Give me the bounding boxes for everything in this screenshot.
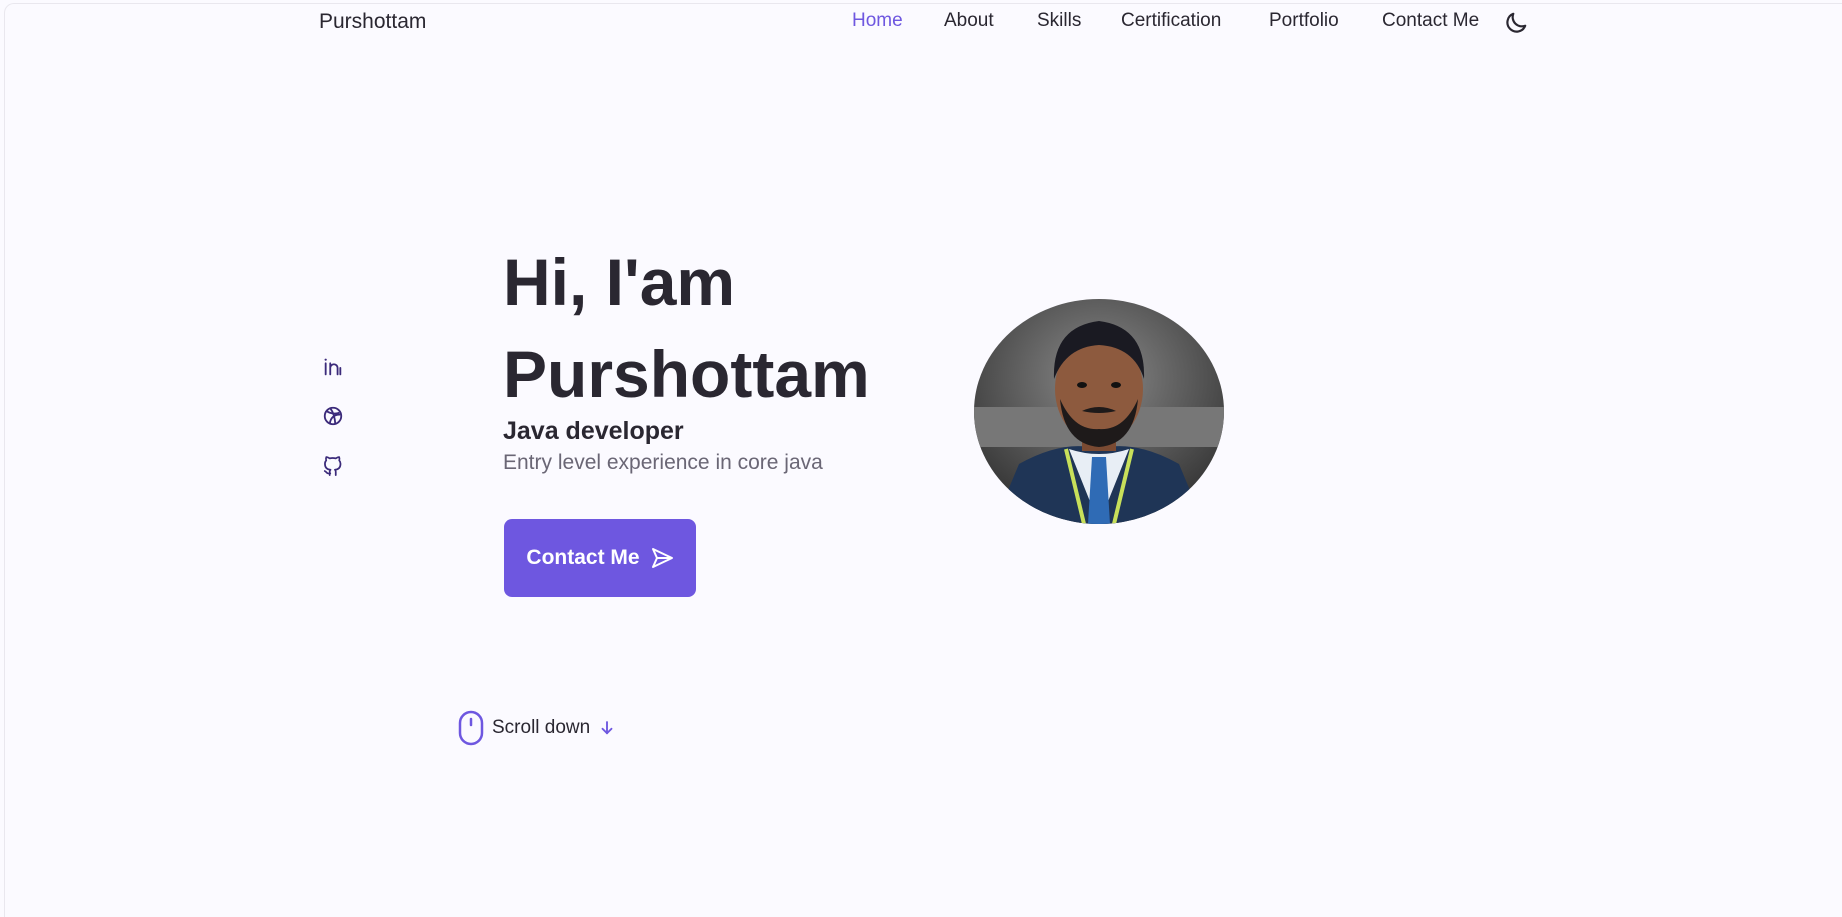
github-icon — [323, 456, 342, 477]
contact-me-button[interactable]: Contact Me — [504, 519, 696, 597]
dribbble-link[interactable] — [322, 405, 344, 427]
arrow-down-icon — [601, 721, 613, 735]
linkedin-link[interactable] — [322, 356, 344, 378]
dribbble-icon — [323, 406, 343, 426]
nav-portfolio[interactable]: Portfolio — [1269, 10, 1339, 32]
site-logo[interactable]: Purshottam — [319, 10, 426, 34]
page-frame — [4, 3, 1842, 917]
hero-title: Hi, I'am Purshottam — [503, 236, 870, 420]
nav-skills[interactable]: Skills — [1037, 10, 1081, 32]
nav-home[interactable]: Home — [852, 10, 903, 32]
mouse-icon — [458, 710, 484, 746]
github-link[interactable] — [322, 455, 344, 477]
theme-toggle-button[interactable] — [1503, 10, 1529, 36]
hero-role: Java developer — [503, 417, 684, 445]
nav-certification[interactable]: Certification — [1121, 10, 1221, 32]
profile-avatar — [974, 299, 1224, 524]
send-icon — [651, 548, 673, 568]
contact-me-label: Contact Me — [526, 546, 640, 569]
nav-contact[interactable]: Contact Me — [1382, 10, 1479, 32]
moon-icon — [1506, 12, 1527, 33]
hero-description: Entry level experience in core java — [503, 451, 823, 474]
hero-greeting: Hi, I'am — [503, 245, 736, 319]
linkedin-icon — [324, 358, 342, 376]
nav-about[interactable]: About — [944, 10, 994, 32]
scroll-down-label: Scroll down — [492, 717, 591, 738]
scroll-down-link[interactable]: Scroll down — [458, 710, 616, 746]
hero-name: Purshottam — [503, 337, 870, 411]
